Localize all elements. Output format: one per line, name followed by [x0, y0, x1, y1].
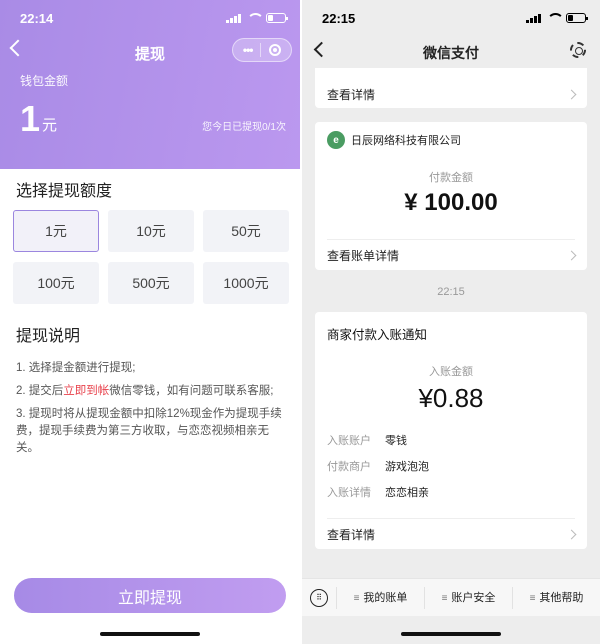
bottom-menu: ⠿ ≡ 我的账单 ≡ 账户安全 ≡ 其他帮助 — [302, 578, 600, 616]
withdraw-button[interactable]: 立即提现 — [14, 578, 286, 613]
note-item: 3. 提现时将从提现金额中扣除12%现金作为提现手续费，提现手续费为第三方收取，… — [16, 408, 282, 454]
amount-option[interactable]: 1元 — [13, 210, 99, 252]
notice-title: 商家付款入账通知 — [327, 328, 428, 342]
keyboard-toggle[interactable]: ⠿ — [302, 588, 336, 607]
signal-icon — [526, 13, 541, 23]
prev-message-card: 查看详情 — [315, 68, 587, 108]
view-details-link[interactable]: 查看详情 — [315, 68, 587, 108]
chevron-right-icon — [566, 529, 577, 539]
miniprogram-capsule[interactable]: ••• — [232, 38, 292, 62]
merchant-row: e 日辰网络科技有限公司 — [315, 122, 587, 149]
amount-option[interactable]: 10元 — [108, 210, 194, 252]
detail-row: 入账账户 零钱 — [327, 435, 407, 447]
tab-my-bills[interactable]: ≡ 我的账单 — [336, 586, 424, 609]
amount-option[interactable]: 1000元 — [203, 262, 289, 304]
note-item: 1. 选择提金额进行提现; — [16, 362, 136, 374]
notice-detail-link[interactable]: 查看详情 — [315, 519, 587, 549]
income-amount: ¥0.88 — [418, 383, 484, 413]
income-label: 入账金额 — [429, 366, 473, 378]
bill-detail-link[interactable]: 查看账单详情 — [315, 240, 587, 270]
amount-section-title: 选择提现额度 — [16, 183, 113, 200]
merchant-logo-icon: e — [327, 131, 345, 149]
payment-card: e 日辰网络科技有限公司 付款金额 ¥ 100.00 查看账单详情 — [315, 122, 587, 270]
detail-row: 入账详情 恋恋相亲 — [327, 487, 429, 499]
gear-icon[interactable] — [570, 42, 586, 58]
income-notice-card: 商家付款入账通知 入账金额 ¥0.88 入账账户 零钱 付款商户 游戏泡泡 入账详情… — [315, 312, 587, 549]
balance-value: 1 — [20, 98, 41, 139]
withdraw-header: 22:14 提现 ••• 钱包金额 1 元 您今日已提现0/1次 — [0, 0, 300, 169]
keyboard-icon: ⠿ — [310, 588, 328, 607]
close-miniprogram-icon[interactable] — [269, 44, 282, 56]
wifi-icon — [247, 13, 264, 23]
note-item: 2. 提交后立即到帐微信零钱，如有问题可联系客服; — [16, 385, 274, 397]
menu-icon: ≡ — [441, 592, 448, 604]
more-icon[interactable]: ••• — [243, 43, 254, 57]
income-details: 入账账户 零钱 付款商户 游戏泡泡 入账详情 恋恋相亲 — [315, 414, 587, 518]
status-time: 22:14 — [20, 10, 54, 26]
page-title: 微信支付 — [423, 45, 479, 61]
status-bar: 22:14 — [0, 0, 300, 36]
chevron-right-icon — [566, 89, 577, 99]
balance-row: 1 元 您今日已提现0/1次 — [0, 89, 300, 137]
amount-option[interactable]: 100元 — [13, 262, 99, 304]
amount-option[interactable]: 500元 — [108, 262, 194, 304]
home-indicator — [100, 632, 200, 636]
home-indicator — [401, 632, 501, 636]
withdraw-notes: 1. 选择提金额进行提现; 2. 提交后立即到帐微信零钱，如有问题可联系客服; … — [0, 346, 300, 457]
wifi-icon — [547, 13, 564, 23]
pay-amount: ¥ 100.00 — [404, 189, 498, 216]
nav-bar: 提现 ••• — [0, 36, 300, 66]
balance-unit: 元 — [42, 117, 58, 134]
signal-icon — [226, 13, 241, 23]
pay-label: 付款金额 — [429, 172, 473, 184]
status-time: 22:15 — [322, 10, 356, 26]
tab-other-help[interactable]: ≡ 其他帮助 — [512, 586, 600, 609]
withdraw-screen: 22:14 提现 ••• 钱包金额 1 元 您今日已提现0/1次 选择提现额度 … — [0, 0, 300, 644]
nav-bar: 微信支付 — [302, 36, 600, 66]
battery-icon — [266, 13, 288, 23]
chevron-right-icon — [566, 250, 577, 260]
tab-account-security[interactable]: ≡ 账户安全 — [424, 586, 512, 609]
wechat-pay-screen: 22:15 微信支付 查看详情 e 日辰网络科技有限公司 付款金额 ¥ 100.… — [302, 0, 600, 644]
notes-title: 提现说明 — [16, 328, 81, 345]
menu-icon: ≡ — [529, 592, 536, 604]
amount-option[interactable]: 50元 — [203, 210, 289, 252]
merchant-name: 日辰网络科技有限公司 — [351, 135, 461, 147]
battery-icon — [566, 13, 588, 23]
detail-row: 付款商户 游戏泡泡 — [327, 461, 429, 473]
amount-options: 1元 10元 50元 100元 500元 1000元 — [0, 201, 300, 304]
note-highlight: 立即到帐 — [63, 385, 110, 397]
status-bar: 22:15 — [302, 0, 600, 36]
menu-icon: ≡ — [353, 592, 360, 604]
wallet-label: 钱包金额 — [20, 74, 69, 88]
message-time: 22:15 — [437, 286, 465, 298]
withdraw-limit-text: 您今日已提现0/1次 — [202, 122, 286, 133]
